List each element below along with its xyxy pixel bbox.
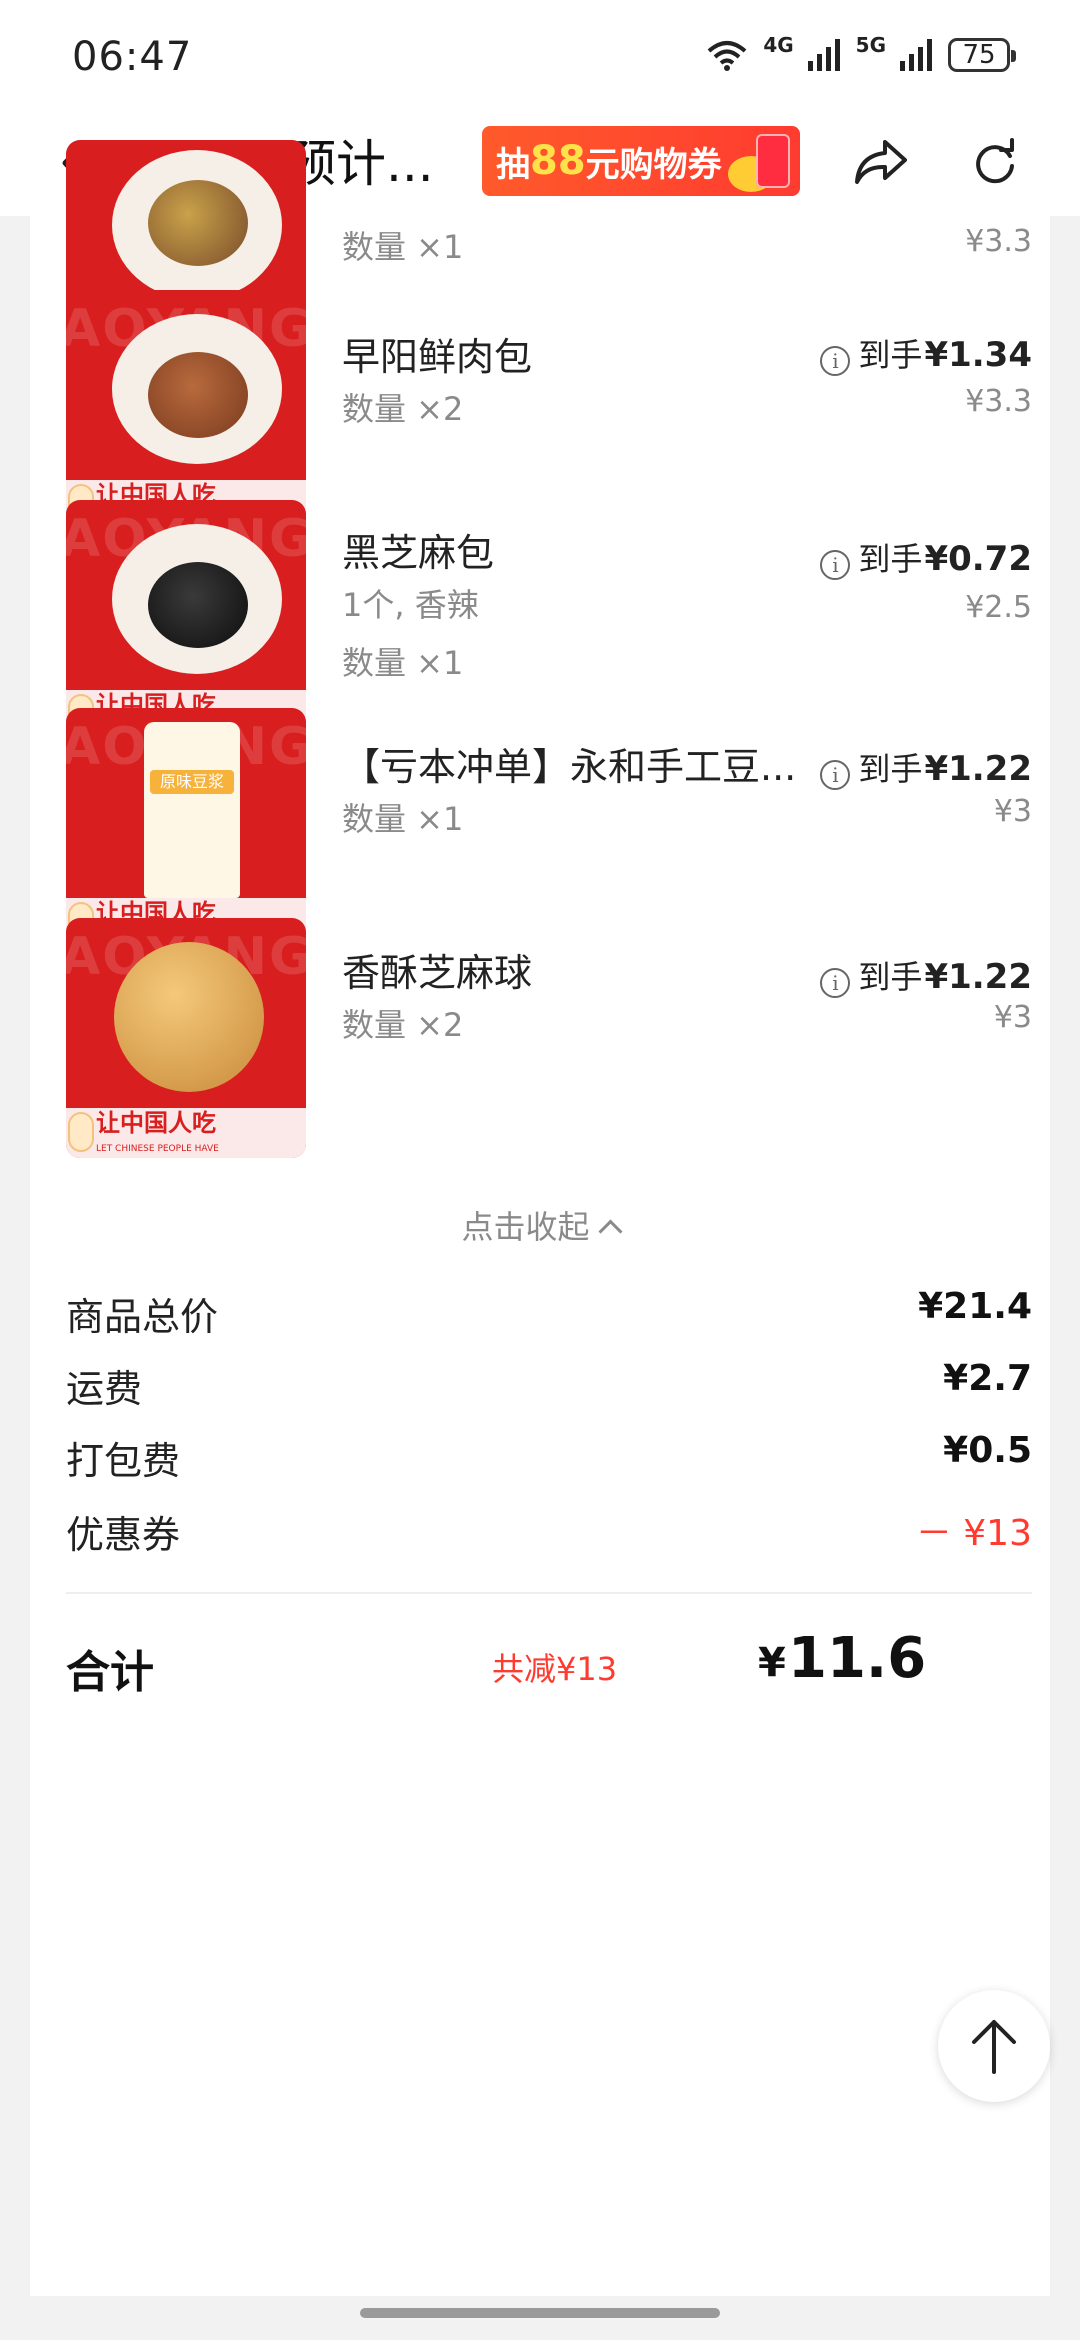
order-item[interactable]: AOYANG 让中国人吃 LET CHINESE PEOPLE HAVE 早阳鲜… — [30, 290, 1050, 530]
summary-label: 商品总价 — [66, 1295, 219, 1339]
wifi-icon — [707, 41, 747, 71]
item-original-price: ¥3.3 — [965, 224, 1032, 259]
final-price-label: 到手 — [858, 540, 923, 578]
final-price-label: 到手 — [858, 958, 923, 996]
item-quantity: 数量 ×1 — [342, 228, 464, 266]
info-icon[interactable]: i — [820, 550, 851, 580]
currency-symbol: ¥ — [924, 335, 949, 375]
summary-row-packaging: 打包费 ¥0.5 — [66, 1430, 1032, 1490]
battery-icon: 75 — [948, 38, 1016, 72]
item-quantity: 数量 ×1 — [342, 800, 464, 838]
order-item[interactable]: AOYANG 让中国人吃 LET CHINESE PEOPLE HAVE 黑芝麻… — [30, 500, 1050, 740]
summary-row-delivery: 运费 ¥2.7 — [66, 1358, 1032, 1418]
final-price-value: 1.34 — [948, 335, 1032, 375]
item-original-price: ¥3 — [993, 1000, 1032, 1035]
item-quantity: 数量 ×1 — [342, 644, 464, 682]
order-detail-card: 让中国人吃 LET CHINESE PEOPLE HAVE 数量 ×1 ¥3.3… — [30, 140, 1050, 2296]
product-image: AOYANG 让中国人吃 LET CHINESE PEOPLE HAVE — [66, 918, 306, 1158]
order-item[interactable]: AOYANG 原味豆浆 让中国人吃 LET CHINESE PEOPLE HAV… — [30, 708, 1050, 948]
final-price-value: 1.22 — [948, 957, 1032, 997]
item-name: 香酥芝麻球 — [342, 951, 533, 995]
item-final-price[interactable]: i 到手 ¥ 0.72 — [820, 534, 1032, 580]
order-item[interactable]: AOYANG 让中国人吃 LET CHINESE PEOPLE HAVE 香酥芝… — [30, 918, 1050, 1158]
battery-level: 75 — [962, 40, 996, 70]
info-icon[interactable]: i — [820, 346, 851, 376]
item-final-price[interactable]: i 到手 ¥ 1.22 — [820, 952, 1032, 998]
currency-symbol: ¥ — [924, 539, 949, 579]
status-time: 06:47 — [72, 34, 193, 80]
network-5g-label: 5G — [855, 33, 886, 57]
summary-label: 运费 — [66, 1367, 143, 1411]
divider — [66, 1592, 1032, 1594]
summary-value: ¥0.5 — [943, 1430, 1032, 1471]
final-price-label: 到手 — [858, 750, 923, 788]
product-image-subtitle: LET CHINESE PEOPLE HAVE — [96, 1144, 219, 1154]
home-indicator[interactable] — [360, 2308, 720, 2318]
item-final-price[interactable]: i 到手 ¥ 1.34 — [820, 330, 1032, 376]
mascot-icon — [68, 1112, 94, 1152]
summary-value: － ¥13 — [915, 1513, 1032, 1554]
item-name: 早阳鲜肉包 — [342, 335, 533, 379]
item-name: 【亏本冲单】永和手工豆... — [342, 745, 797, 789]
summary-row-subtotal: 商品总价 ¥21.4 — [66, 1286, 1032, 1346]
product-image: AOYANG 让中国人吃 LET CHINESE PEOPLE HAVE — [66, 290, 306, 530]
item-spec: 1个, 香辣 — [342, 586, 479, 624]
final-price-value: 0.72 — [948, 539, 1032, 579]
summary-label: 打包费 — [66, 1439, 181, 1483]
chevron-up-icon — [597, 1219, 623, 1244]
total-saved: 共减¥13 — [492, 1650, 618, 1688]
final-price-label: 到手 — [858, 336, 923, 374]
product-image: AOYANG 让中国人吃 LET CHINESE PEOPLE HAVE — [66, 500, 306, 740]
product-image-banner: 让中国人吃 — [96, 1109, 216, 1137]
info-icon[interactable]: i — [820, 760, 851, 790]
summary-label: 优惠券 — [66, 1513, 181, 1557]
final-price-value: 1.22 — [948, 749, 1032, 789]
item-quantity: 数量 ×2 — [342, 1006, 464, 1044]
currency-symbol: ¥ — [924, 957, 949, 997]
currency-symbol: ¥ — [758, 1640, 786, 1686]
item-final-price[interactable]: i 到手 ¥ 1.22 — [820, 744, 1032, 790]
status-icons: 4G 5G 75 — [705, 30, 1016, 80]
network-4g-label: 4G — [763, 33, 794, 57]
total-label: 合计 — [66, 1647, 154, 1698]
item-name: 黑芝麻包 — [342, 531, 495, 575]
item-original-price: ¥3.3 — [965, 384, 1032, 419]
item-original-price: ¥3 — [993, 794, 1032, 829]
collapse-items-button[interactable]: 点击收起 — [30, 1202, 1050, 1248]
collapse-label: 点击收起 — [461, 1208, 590, 1246]
item-original-price: ¥2.5 — [965, 590, 1032, 625]
arrow-up-icon — [972, 2020, 1016, 2074]
signal-icon — [807, 39, 840, 71]
total-amount: 11.6 — [788, 1626, 927, 1691]
signal-icon — [900, 39, 932, 71]
product-pack-label: 原味豆浆 — [150, 770, 234, 794]
status-bar: 06:47 4G 5G 75 — [0, 0, 1080, 110]
item-quantity: 数量 ×2 — [342, 390, 464, 428]
currency-symbol: ¥ — [924, 749, 949, 789]
scroll-to-top-button[interactable] — [938, 1990, 1050, 2102]
product-image: AOYANG 原味豆浆 让中国人吃 LET CHINESE PEOPLE HAV… — [66, 708, 306, 948]
summary-row-coupon[interactable]: 优惠券 － ¥13 — [66, 1504, 1032, 1564]
summary-value: ¥2.7 — [943, 1358, 1032, 1399]
info-icon[interactable]: i — [820, 968, 851, 998]
summary-value: ¥21.4 — [918, 1286, 1032, 1327]
